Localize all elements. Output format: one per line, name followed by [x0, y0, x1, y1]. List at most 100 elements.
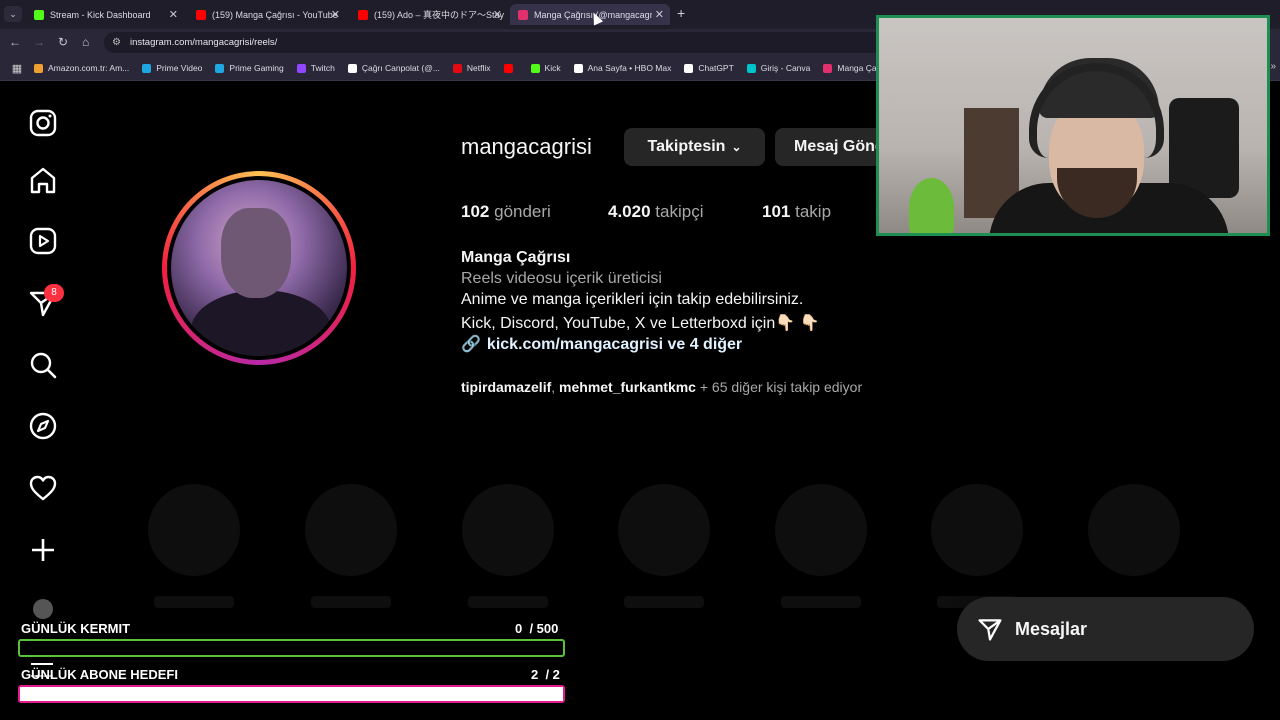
highlight-title-placeholder	[154, 596, 234, 608]
bookmark-favicon-icon	[142, 63, 152, 73]
bookmark-label: Kick	[544, 63, 561, 73]
tab-youtube-manga[interactable]: (159) Manga Çağrısı - YouTube ✕	[188, 4, 346, 25]
link-icon: 🔗	[461, 336, 481, 353]
stat-count: 4.020	[608, 202, 651, 221]
forward-icon[interactable]: →	[33, 35, 45, 49]
create-plus-icon[interactable]	[28, 535, 58, 565]
bookmark-item[interactable]: Giriş - Canva	[746, 63, 811, 73]
bookmark-favicon-icon	[347, 63, 357, 73]
bookmark-favicon-icon	[503, 63, 513, 73]
followed-by[interactable]: tipirdamazelif, mehmet_furkantkmc + 65 d…	[461, 379, 862, 395]
highlight-placeholder	[1088, 484, 1180, 576]
webcam-overlay	[876, 15, 1270, 236]
follower-name: mehmet_furkantkmc	[559, 379, 696, 395]
send-icon	[978, 619, 1002, 641]
bookmark-item[interactable]: Kick	[530, 63, 561, 73]
tab-label: (159) Manga Çağrısı - YouTube	[212, 9, 338, 20]
highlight-placeholder	[305, 484, 397, 576]
instagram-logo-icon[interactable]	[28, 108, 58, 138]
goal1-progress-bar	[18, 639, 565, 657]
bookmarks-overflow-icon[interactable]: »	[1270, 61, 1276, 72]
bookmark-item[interactable]: Çağrı Canpolat (@...	[347, 63, 440, 73]
bookmark-label: ChatGPT	[698, 63, 734, 73]
tab-kick-dashboard[interactable]: Stream - Kick Dashboard ✕	[26, 4, 184, 25]
stat-label: takip	[795, 202, 832, 221]
stat-label: takipçi	[655, 202, 704, 221]
bookmark-label: Giriş - Canva	[760, 63, 811, 73]
followers-count[interactable]: 4.020 takipçi	[608, 202, 703, 222]
back-icon[interactable]: ←	[9, 35, 21, 49]
address-bar[interactable]: ⚙ instagram.com/mangacagrisi/reels/	[104, 32, 884, 53]
close-tab-icon[interactable]: ✕	[331, 8, 340, 21]
bookmark-item[interactable]: ChatGPT	[684, 63, 734, 73]
chevron-down-icon: ⌄	[731, 140, 742, 154]
following-count[interactable]: 101 takip	[762, 202, 831, 222]
bookmark-item[interactable]	[503, 63, 518, 73]
bookmark-favicon-icon	[452, 63, 462, 73]
highlight-title-placeholder	[311, 596, 391, 608]
highlight-title-placeholder	[781, 596, 861, 608]
tab-search-button[interactable]: ⌄	[4, 6, 22, 22]
display-name: Manga Çağrısı	[461, 249, 571, 266]
bookmark-favicon-icon	[215, 63, 225, 73]
profile-username: mangacagrisi	[461, 134, 592, 159]
highlight-title-placeholder	[468, 596, 548, 608]
apps-icon[interactable]: ▦	[6, 62, 28, 75]
goal2-progress-bar	[18, 685, 565, 703]
reels-icon[interactable]	[28, 226, 58, 256]
bookmark-favicon-icon	[823, 63, 833, 73]
stat-label: gönderi	[494, 202, 551, 221]
bookmark-item[interactable]: Twitch	[296, 63, 335, 73]
link-text: kick.com/mangacagrisi ve 4 diğer	[486, 336, 743, 353]
bookmark-item[interactable]: Ana Sayfa • HBO Max	[573, 63, 671, 73]
bookmark-label: Prime Video	[156, 63, 203, 73]
bookmark-favicon-icon	[746, 63, 756, 73]
close-tab-icon[interactable]: ✕	[169, 8, 178, 21]
stat-count: 101	[762, 202, 791, 221]
home-icon[interactable]	[28, 165, 58, 195]
bookmark-favicon-icon	[684, 63, 694, 73]
close-tab-icon[interactable]: ✕	[493, 8, 502, 21]
bookmark-label: Çağrı Canpolat (@...	[361, 63, 440, 73]
following-button[interactable]: Takiptesin ⌄	[624, 128, 765, 166]
messages-label: Mesajlar	[1015, 618, 1088, 639]
bookmark-label: Amazon.com.tr: Am...	[48, 63, 130, 73]
heart-icon[interactable]	[28, 473, 58, 503]
bio-line: Kick, Discord, YouTube, X ve Letterboxd …	[461, 315, 820, 332]
site-info-icon[interactable]: ⚙	[112, 37, 126, 48]
bookmark-item[interactable]: Prime Video	[142, 63, 202, 73]
tab-label: Stream - Kick Dashboard	[50, 9, 151, 20]
tab-youtube-ado[interactable]: (159) Ado – 真夜中のドア～Stay ✕	[350, 4, 508, 25]
bio-line: Anime ve manga içerikleri için takip ede…	[461, 291, 804, 308]
explore-icon[interactable]	[28, 411, 58, 441]
bookmark-item[interactable]: Prime Gaming	[215, 63, 284, 73]
youtube-icon	[196, 9, 206, 20]
profile-mini-avatar[interactable]	[33, 599, 53, 619]
followed-by-rest: + 65 diğer kişi takip ediyor	[695, 379, 863, 395]
goal2-value: 2 / 2	[531, 667, 560, 682]
stat-count: 102	[461, 202, 490, 221]
bookmark-label: Twitch	[310, 63, 335, 73]
profile-category: Reels videosu içerik üreticisi	[461, 270, 662, 287]
messages-floating-button[interactable]: Mesajlar	[957, 597, 1254, 661]
highlight-placeholder	[148, 484, 240, 576]
home-icon[interactable]: ⌂	[82, 35, 89, 49]
bookmark-favicon-icon	[296, 63, 306, 73]
highlight-placeholder	[775, 484, 867, 576]
close-tab-icon[interactable]: ✕	[655, 8, 664, 21]
reload-icon[interactable]: ↻	[58, 35, 68, 49]
profile-avatar[interactable]	[162, 171, 356, 365]
bookmark-favicon-icon	[530, 63, 540, 73]
follower-name: tipirdamazelif	[461, 379, 552, 395]
posts-count[interactable]: 102 gönderi	[461, 202, 551, 222]
goal2-label: GÜNLÜK ABONE HEDEFI	[21, 667, 178, 682]
bookmark-favicon-icon	[573, 63, 583, 73]
bookmark-item[interactable]: Netflix	[452, 63, 491, 73]
search-icon[interactable]	[28, 350, 58, 380]
bookmark-item[interactable]: Amazon.com.tr: Am...	[34, 63, 129, 73]
bookmark-label: Prime Gaming	[229, 63, 284, 73]
highlight-placeholder	[462, 484, 554, 576]
profile-link[interactable]: 🔗 kick.com/mangacagrisi ve 4 diğer	[461, 334, 742, 354]
bookmark-favicon-icon	[34, 63, 43, 73]
new-tab-button[interactable]: +	[677, 5, 685, 21]
